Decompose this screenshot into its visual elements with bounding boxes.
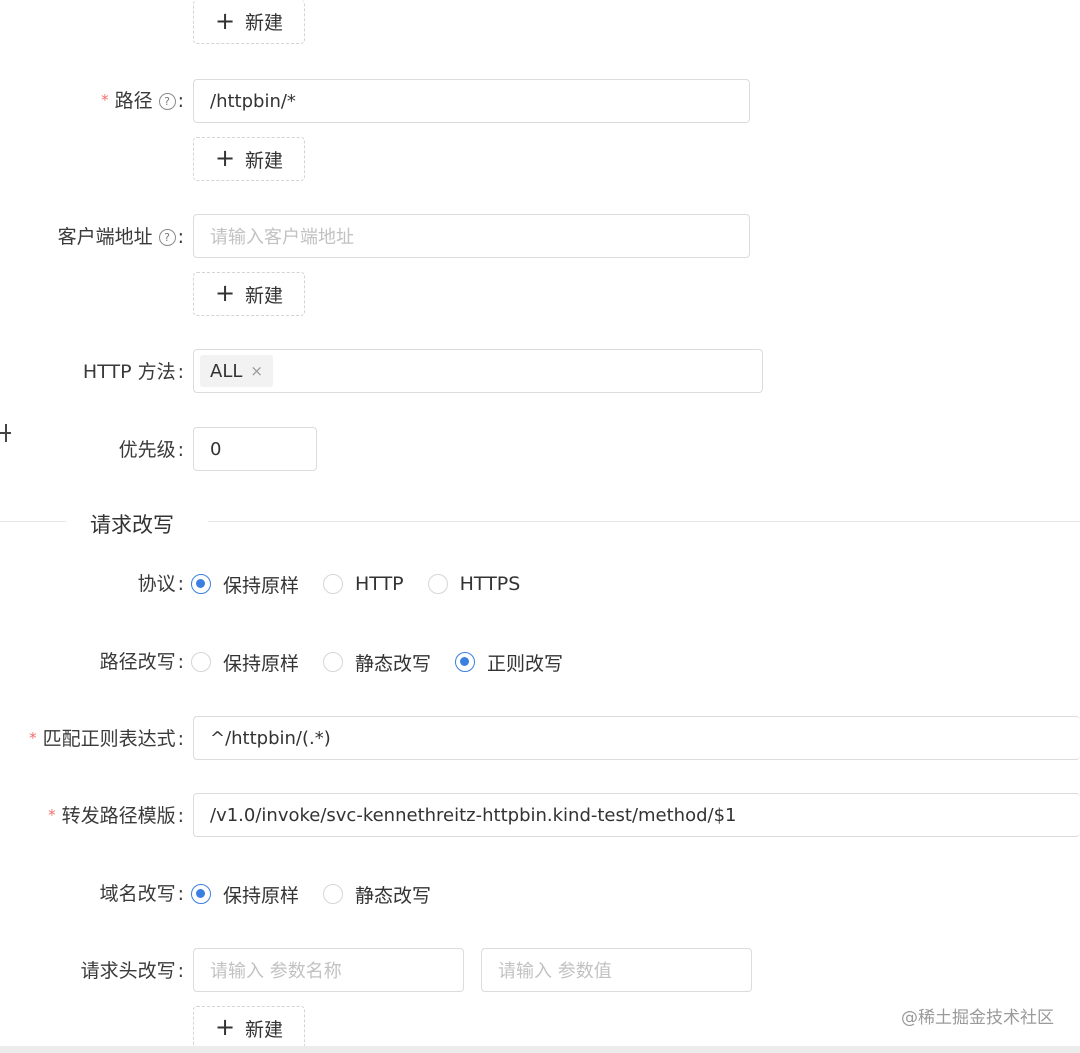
protocol-radio-group: 保持原样 HTTP HTTPS	[191, 569, 544, 599]
add-path-button[interactable]: + 新建	[193, 137, 305, 181]
path-input[interactable]: /httpbin/*	[193, 79, 750, 123]
plus-icon: +	[214, 144, 236, 172]
header-rewrite-label: 请求头改写 :	[80, 960, 184, 982]
host-rewrite-option-keep[interactable]: 保持原样	[191, 881, 299, 908]
close-icon[interactable]: ×	[250, 362, 263, 380]
header-value-input[interactable]: 请输入 参数值	[481, 948, 752, 992]
regex-input[interactable]: ^/httpbin/(.*)	[193, 716, 1080, 760]
add-client-address-button[interactable]: + 新建	[193, 272, 305, 316]
protocol-option-http[interactable]: HTTP	[323, 573, 404, 595]
section-title: 请求改写	[90, 513, 174, 537]
question-circle-icon[interactable]: ?	[158, 92, 176, 110]
protocol-option-keep[interactable]: 保持原样	[191, 571, 299, 598]
host-rewrite-label: 域名改写 :	[99, 883, 184, 905]
regex-label: * 匹配正则表达式 :	[29, 726, 184, 752]
add-host-button[interactable]: + 新建	[193, 0, 305, 44]
host-rewrite-option-static[interactable]: 静态改写	[323, 881, 431, 908]
path-rewrite-option-regex[interactable]: 正则改写	[455, 649, 563, 676]
client-address-label: 客户端地址 ? :	[57, 226, 184, 248]
add-header-button[interactable]: + 新建	[193, 1006, 305, 1050]
plus-icon: +	[214, 6, 236, 35]
protocol-option-https[interactable]: HTTPS	[427, 573, 520, 595]
radio-icon	[323, 652, 344, 672]
http-method-label: HTTP 方法 :	[82, 361, 184, 383]
client-address-input[interactable]: 请输入客户端地址	[193, 214, 750, 258]
priority-label: 优先级 :	[118, 439, 184, 461]
method-tag: ALL ×	[200, 355, 273, 387]
question-circle-icon[interactable]: ?	[158, 228, 176, 246]
bottom-edge	[0, 1046, 1080, 1053]
path-rewrite-option-keep[interactable]: 保持原样	[191, 649, 299, 676]
plus-icon: +	[214, 279, 236, 307]
radio-icon	[323, 574, 344, 594]
path-label: * 路径 ? :	[101, 88, 184, 114]
required-mark: *	[101, 91, 109, 109]
path-rewrite-label: 路径改写 :	[99, 651, 184, 673]
required-mark: *	[48, 806, 56, 824]
add-button-label: 新建	[245, 12, 284, 34]
radio-checked-icon	[191, 574, 211, 594]
plus-icon: +	[214, 1013, 236, 1041]
path-rewrite-radio-group: 保持原样 静态改写 正则改写	[191, 647, 587, 677]
http-method-select[interactable]: ALL ×	[193, 349, 763, 393]
section-divider-left	[0, 521, 66, 522]
cursor-crosshair-icon	[0, 424, 12, 442]
required-mark: *	[29, 729, 37, 747]
host-rewrite-radio-group: 保持原样 静态改写	[191, 879, 455, 909]
path-rewrite-option-static[interactable]: 静态改写	[323, 649, 431, 676]
radio-icon	[323, 884, 344, 904]
forward-template-label: * 转发路径模版 :	[48, 803, 184, 829]
radio-checked-icon	[455, 652, 476, 672]
radio-checked-icon	[191, 884, 211, 904]
watermark: @稀土掘金技术社区	[901, 1008, 1054, 1028]
radio-icon	[427, 574, 448, 594]
priority-input[interactable]: 0	[193, 427, 317, 471]
section-divider-right	[208, 521, 1080, 522]
forward-template-input[interactable]: /v1.0/invoke/svc-kennethreitz-httpbin.ki…	[193, 793, 1080, 837]
protocol-label: 协议 :	[137, 573, 184, 595]
radio-icon	[191, 652, 211, 672]
header-name-input[interactable]: 请输入 参数名称	[193, 948, 464, 992]
